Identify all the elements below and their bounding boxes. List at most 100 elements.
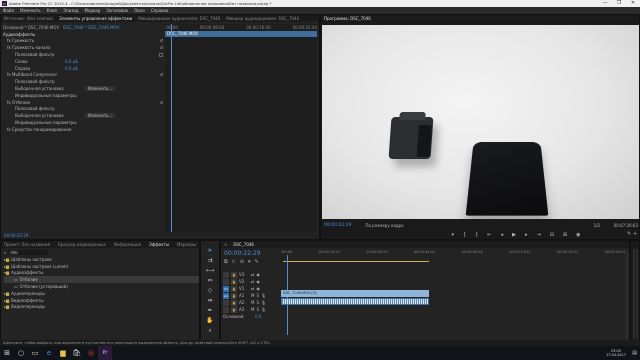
tree-item[interactable]: ▸▆ Видеоэффекты	[4, 297, 199, 304]
menu-file[interactable]: Файл	[3, 8, 14, 13]
edit-button[interactable]: Изменить...	[85, 86, 115, 91]
clip-bar[interactable]: DSC_7046.MOV	[165, 31, 317, 37]
time-ruler[interactable]: :00:00 00:00:14:23 00:00:29:23 00:00:44:…	[281, 250, 626, 260]
nest-icon[interactable]: ⧉	[224, 259, 228, 265]
solo-icon[interactable]: S	[256, 300, 259, 305]
source-patch[interactable]	[223, 307, 229, 313]
clock-date[interactable]: 17.04.2017	[606, 353, 626, 358]
lock-icon[interactable]: 🔒	[231, 279, 237, 285]
search-icon[interactable]: ○	[14, 346, 28, 360]
marker-icon[interactable]: ▾	[452, 232, 455, 238]
source-patch[interactable]	[223, 272, 229, 278]
mark-out-icon[interactable]: }	[475, 232, 478, 238]
tab-markers[interactable]: Маркеры	[177, 242, 196, 247]
linked-selection-icon[interactable]: ⊘	[240, 259, 244, 265]
lock-icon[interactable]: 🔒	[231, 307, 237, 313]
edit-button[interactable]: Изменить...	[85, 113, 115, 118]
edge-icon[interactable]: e	[42, 346, 56, 360]
mute-icon[interactable]: M	[251, 293, 254, 298]
reset-icon[interactable]: ↺	[160, 38, 163, 43]
eye-icon[interactable]: ◉	[256, 286, 260, 291]
solo-icon[interactable]: S	[256, 293, 259, 298]
tab-program[interactable]: Программа: DSC_7046	[324, 16, 371, 21]
reset-icon[interactable]: ↺	[160, 100, 163, 105]
vertical-scrollbar[interactable]	[625, 251, 629, 341]
menu-help[interactable]: Справка	[151, 8, 169, 13]
tree-item[interactable]: ▸▆ Аудиопереходы	[4, 290, 199, 297]
razor-tool-icon[interactable]: ◇	[208, 287, 213, 294]
solo-icon[interactable]: S	[256, 307, 259, 312]
task-view-icon[interactable]: ▭	[28, 346, 42, 360]
effect-controls-timecode[interactable]: 00:00:22:29	[4, 233, 28, 238]
step-back-icon[interactable]: ◂	[501, 232, 504, 238]
tree-item[interactable]: ▸▆ Шаблоны настроек	[4, 256, 199, 263]
mark-in-icon[interactable]: {	[463, 232, 466, 238]
video-clip[interactable]: DSC_7046.MOV [V]	[281, 290, 429, 297]
source-patch[interactable]	[223, 279, 229, 285]
sync-icon[interactable]: ⇄	[251, 272, 254, 277]
quality-dropdown[interactable]: 1/2	[594, 223, 600, 228]
effect-row[interactable]: Полосовой фильтр	[3, 51, 163, 58]
rate-stretch-tool-icon[interactable]: ⇔	[207, 277, 212, 284]
program-timecode[interactable]: 00:00:22:29	[324, 223, 351, 228]
mic-icon[interactable]: 🎙	[261, 300, 266, 305]
effect-row[interactable]: fx Громкость ↺	[3, 38, 163, 45]
mic-icon[interactable]: 🎙	[261, 307, 266, 312]
tree-item[interactable]: ▸▆ Шаблоны настроек Lumetri	[4, 263, 199, 270]
tab-media-browser[interactable]: Браузер медиаданных	[58, 242, 106, 247]
lock-icon[interactable]: 🔒	[231, 293, 237, 299]
clip-label[interactable]: DSC_7046 * DSC_7046.MOV	[63, 25, 119, 30]
param-right-value[interactable]: 0,0 дБ	[65, 66, 78, 71]
source-patch[interactable]: V1	[223, 286, 229, 292]
menu-window[interactable]: Окно	[134, 8, 145, 13]
add-marker-icon[interactable]: ▾	[248, 259, 251, 265]
tab-sequence[interactable]: DSC_7046	[233, 242, 254, 247]
notifications-icon[interactable]: ▤	[632, 350, 637, 356]
effect-row[interactable]: fx Громкость канала ↺	[3, 44, 163, 51]
premiere-icon[interactable]: Pr	[98, 346, 112, 360]
reset-icon[interactable]: ↺	[160, 45, 163, 50]
eye-icon[interactable]: ◉	[256, 272, 260, 277]
tree-item[interactable]: ▸▆ Видеопереходы	[4, 304, 199, 311]
menu-clip[interactable]: Клип	[47, 8, 58, 13]
video-frame[interactable]	[322, 25, 639, 219]
reset-icon[interactable]: ↺	[160, 72, 163, 77]
effect-row[interactable]: Индивидуальные параметры	[3, 92, 163, 99]
source-patch[interactable]	[223, 300, 229, 306]
zoom-tool-icon[interactable]: ⌕	[208, 327, 211, 335]
timeline-settings-icon[interactable]: ✎	[255, 259, 259, 265]
tree-item[interactable]: ▭ Отбелие (устаревший)	[4, 283, 199, 290]
menu-sequence[interactable]: Эпизод	[63, 8, 78, 13]
tab-audio-clip-mixer[interactable]: Микширование аудиоклипа: DSC_7046	[138, 16, 220, 21]
audio-clip[interactable]	[281, 298, 429, 305]
effect-row[interactable]: fx Отбелие ↺	[3, 99, 163, 106]
mute-icon[interactable]: M	[251, 307, 254, 312]
timeline-timecode[interactable]: 00:00:22:29	[224, 250, 261, 257]
tab-project[interactable]: Проект: Без названия	[4, 242, 50, 247]
effect-row[interactable]: Индивидуальные параметры	[3, 119, 163, 126]
effect-row[interactable]: fx Средство панорамирования	[3, 126, 163, 133]
hand-tool-icon[interactable]: ✋	[206, 317, 213, 324]
slip-tool-icon[interactable]: ⇹	[207, 297, 212, 304]
go-to-in-icon[interactable]: ⇤	[487, 232, 491, 238]
tab-source[interactable]: Источник: (без клипов)	[4, 16, 53, 21]
effect-row[interactable]: Полосовой фильтр	[3, 106, 163, 113]
menu-edit[interactable]: Изменить	[20, 8, 41, 13]
selection-tool-icon[interactable]: ➤	[207, 247, 212, 254]
effect-mini-timeline[interactable]: :00:00 00:00:08:00 00:00:16:00 00:00:24:…	[165, 24, 317, 232]
explorer-icon[interactable]: ▆	[56, 346, 70, 360]
store-icon[interactable]: 🛍	[70, 346, 84, 360]
effect-row[interactable]: Слева 0,0 дБ	[3, 58, 163, 65]
lock-icon[interactable]: 🔒	[231, 300, 237, 306]
sync-icon[interactable]: ⇄	[251, 279, 254, 284]
step-forward-icon[interactable]: ▸	[525, 232, 528, 238]
source-patch[interactable]: A1	[223, 293, 229, 299]
tree-item[interactable]: ▾▆ Аудиоэффекты	[4, 270, 199, 277]
effect-row[interactable]: Полосовой фильтр	[3, 78, 163, 85]
go-to-out-icon[interactable]: ⇥	[537, 232, 541, 238]
minimize-button[interactable]: —	[598, 0, 612, 7]
work-area-bar[interactable]	[283, 261, 429, 262]
add-button-icon[interactable]: +	[633, 231, 637, 237]
close-button[interactable]: ✕	[626, 0, 640, 7]
tab-effect-controls[interactable]: Элементы управления эффектами	[59, 16, 132, 21]
